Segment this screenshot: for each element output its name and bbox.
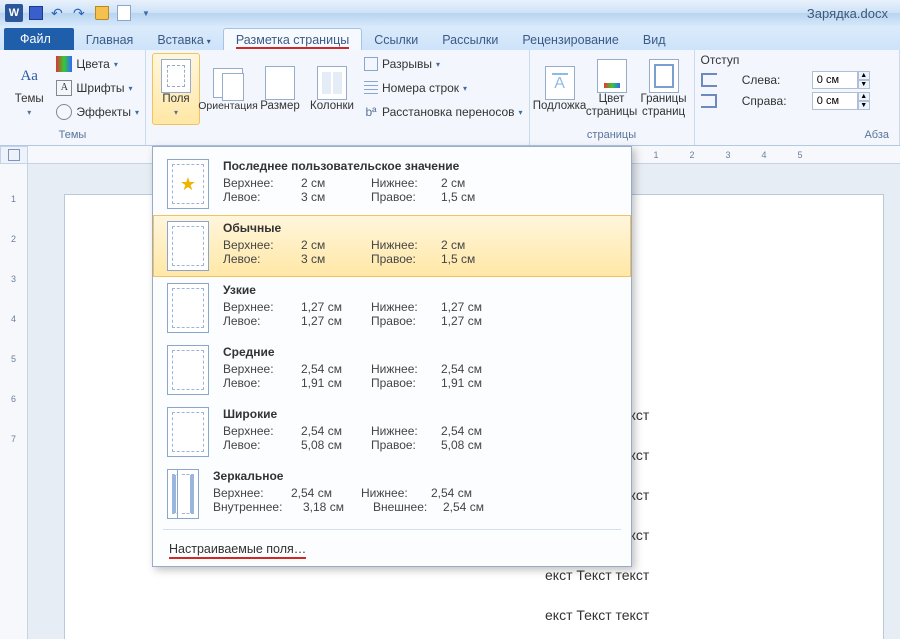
columns-button[interactable]: Колонки [308, 53, 356, 125]
columns-icon [317, 66, 347, 100]
effects-icon [56, 104, 72, 120]
vertical-ruler[interactable]: 1234567 [0, 164, 28, 639]
new-doc-icon [117, 5, 131, 21]
quick-access-toolbar: W ▼ [4, 3, 156, 23]
margins-button[interactable]: Поля▾ [152, 53, 200, 125]
tab-view[interactable]: Вид [631, 29, 678, 50]
indent-right-input[interactable] [812, 92, 858, 110]
themes-icon [16, 63, 42, 89]
tab-page-layout[interactable]: Разметка страницы [223, 28, 362, 50]
hyphenation-button[interactable]: bªРасстановка переносов ▾ [364, 101, 523, 123]
ribbon-tabs: Файл▾ Главная Вставка▾ Разметка страницы… [0, 26, 900, 50]
group-label-themes: Темы [6, 127, 139, 143]
ruler-corner[interactable] [0, 146, 28, 164]
new-doc-button[interactable] [114, 3, 134, 23]
group-label-page-background: страницы [536, 127, 688, 143]
indent-left-spinner[interactable]: ▲▼ [812, 71, 868, 89]
group-page-background: Подложка Цвет страницы Границы страниц с… [530, 50, 695, 145]
group-themes: Темы▾ Цвета ▾ AШрифты ▾ Эффекты ▾ Темы [0, 50, 146, 145]
indent-left-up[interactable]: ▲ [858, 71, 870, 80]
redo-icon [73, 6, 87, 20]
tab-insert[interactable]: Вставка▾ [145, 29, 222, 50]
hyphenation-icon: bª [364, 105, 378, 119]
indent-right-icon [701, 94, 717, 108]
ribbon: Темы▾ Цвета ▾ AШрифты ▾ Эффекты ▾ Темы П… [0, 50, 900, 146]
page-size-icon [265, 66, 295, 100]
margins-option-normal[interactable]: Обычные Верхнее:2 смНижнее:2 см Левое:3 … [153, 215, 631, 277]
margins-option-moderate[interactable]: Средние Верхнее:2,54 смНижнее:2,54 см Ле… [153, 339, 631, 401]
custom-margins-button[interactable]: Настраиваемые поля… [153, 534, 631, 566]
page-borders-button[interactable]: Границы страниц [640, 53, 688, 125]
indent-right-spinner[interactable]: ▲▼ [812, 92, 868, 110]
margins-option-mirrored[interactable]: Зеркальное Верхнее:2,54 смНижнее:2,54 см… [153, 463, 631, 525]
indent-right-label: Справа: [742, 94, 806, 108]
margins-thumb-icon [167, 221, 209, 271]
body-text-line: екст Текст текст [545, 595, 793, 635]
indent-left-down[interactable]: ▼ [858, 80, 870, 89]
orientation-button[interactable]: Ориентация [204, 53, 252, 125]
title-bar: W ▼ Зарядка.docx [0, 0, 900, 26]
qat-customize-dropdown[interactable]: ▼ [136, 3, 156, 23]
group-paragraph: Отступ Слева: ▲▼ Справа: ▲▼ Абза [695, 50, 900, 145]
watermark-button[interactable]: Подложка [536, 53, 584, 125]
watermark-icon [545, 66, 575, 100]
indent-right-down[interactable]: ▼ [858, 101, 870, 110]
theme-effects-button[interactable]: Эффекты ▾ [56, 101, 139, 123]
margins-icon [161, 59, 191, 93]
indent-left-label: Слева: [742, 73, 806, 87]
group-label-paragraph: Абза [701, 127, 893, 143]
folder-open-icon [95, 6, 109, 20]
indent-heading: Отступ [701, 53, 893, 67]
theme-fonts-button[interactable]: AШрифты ▾ [56, 77, 139, 99]
open-button[interactable] [92, 3, 112, 23]
margins-thumb-icon [177, 469, 199, 519]
redo-button[interactable] [70, 3, 90, 23]
group-label-page-setup [152, 127, 523, 143]
themes-button[interactable]: Темы▾ [6, 53, 52, 125]
breaks-button[interactable]: Разрывы ▾ [364, 53, 523, 75]
word-app-icon[interactable]: W [4, 3, 24, 23]
size-button[interactable]: Размер [256, 53, 304, 125]
tab-mailings[interactable]: Рассылки [430, 29, 510, 50]
margins-option-narrow[interactable]: Узкие Верхнее:1,27 смНижнее:1,27 см Лево… [153, 277, 631, 339]
page-borders-icon [649, 59, 679, 93]
margins-thumb-icon [167, 345, 209, 395]
orientation-icon [213, 68, 243, 98]
theme-colors-button[interactable]: Цвета ▾ [56, 53, 139, 75]
colors-icon [56, 56, 72, 72]
undo-button[interactable] [48, 3, 68, 23]
indent-left-icon [701, 73, 717, 87]
page-color-button[interactable]: Цвет страницы [588, 53, 636, 125]
margins-option-last-custom[interactable]: Последнее пользовательское значение Верх… [153, 153, 631, 215]
margins-thumb-icon [167, 283, 209, 333]
indent-right-up[interactable]: ▲ [858, 92, 870, 101]
line-numbers-button[interactable]: Номера строк ▾ [364, 77, 523, 99]
tab-review[interactable]: Рецензирование [510, 29, 631, 50]
page-color-icon [597, 59, 627, 93]
margins-dropdown: Последнее пользовательское значение Верх… [152, 146, 632, 567]
margins-option-wide[interactable]: Широкие Верхнее:2,54 смНижнее:2,54 см Ле… [153, 401, 631, 463]
dropdown-separator [163, 529, 621, 530]
group-page-setup: Поля▾ Ориентация Размер Колонки Разрывы … [146, 50, 530, 145]
line-numbers-icon [364, 81, 378, 95]
fonts-icon: A [56, 80, 72, 96]
margins-thumb-icon [167, 407, 209, 457]
tab-home[interactable]: Главная [74, 29, 146, 50]
breaks-icon [364, 57, 378, 71]
document-title: Зарядка.docx [807, 6, 896, 21]
tab-file[interactable]: Файл▾ [4, 28, 74, 50]
save-icon [29, 6, 43, 20]
tab-references[interactable]: Ссылки [362, 29, 430, 50]
undo-icon [51, 6, 65, 20]
indent-left-input[interactable] [812, 71, 858, 89]
margins-thumb-icon [167, 159, 209, 209]
save-button[interactable] [26, 3, 46, 23]
